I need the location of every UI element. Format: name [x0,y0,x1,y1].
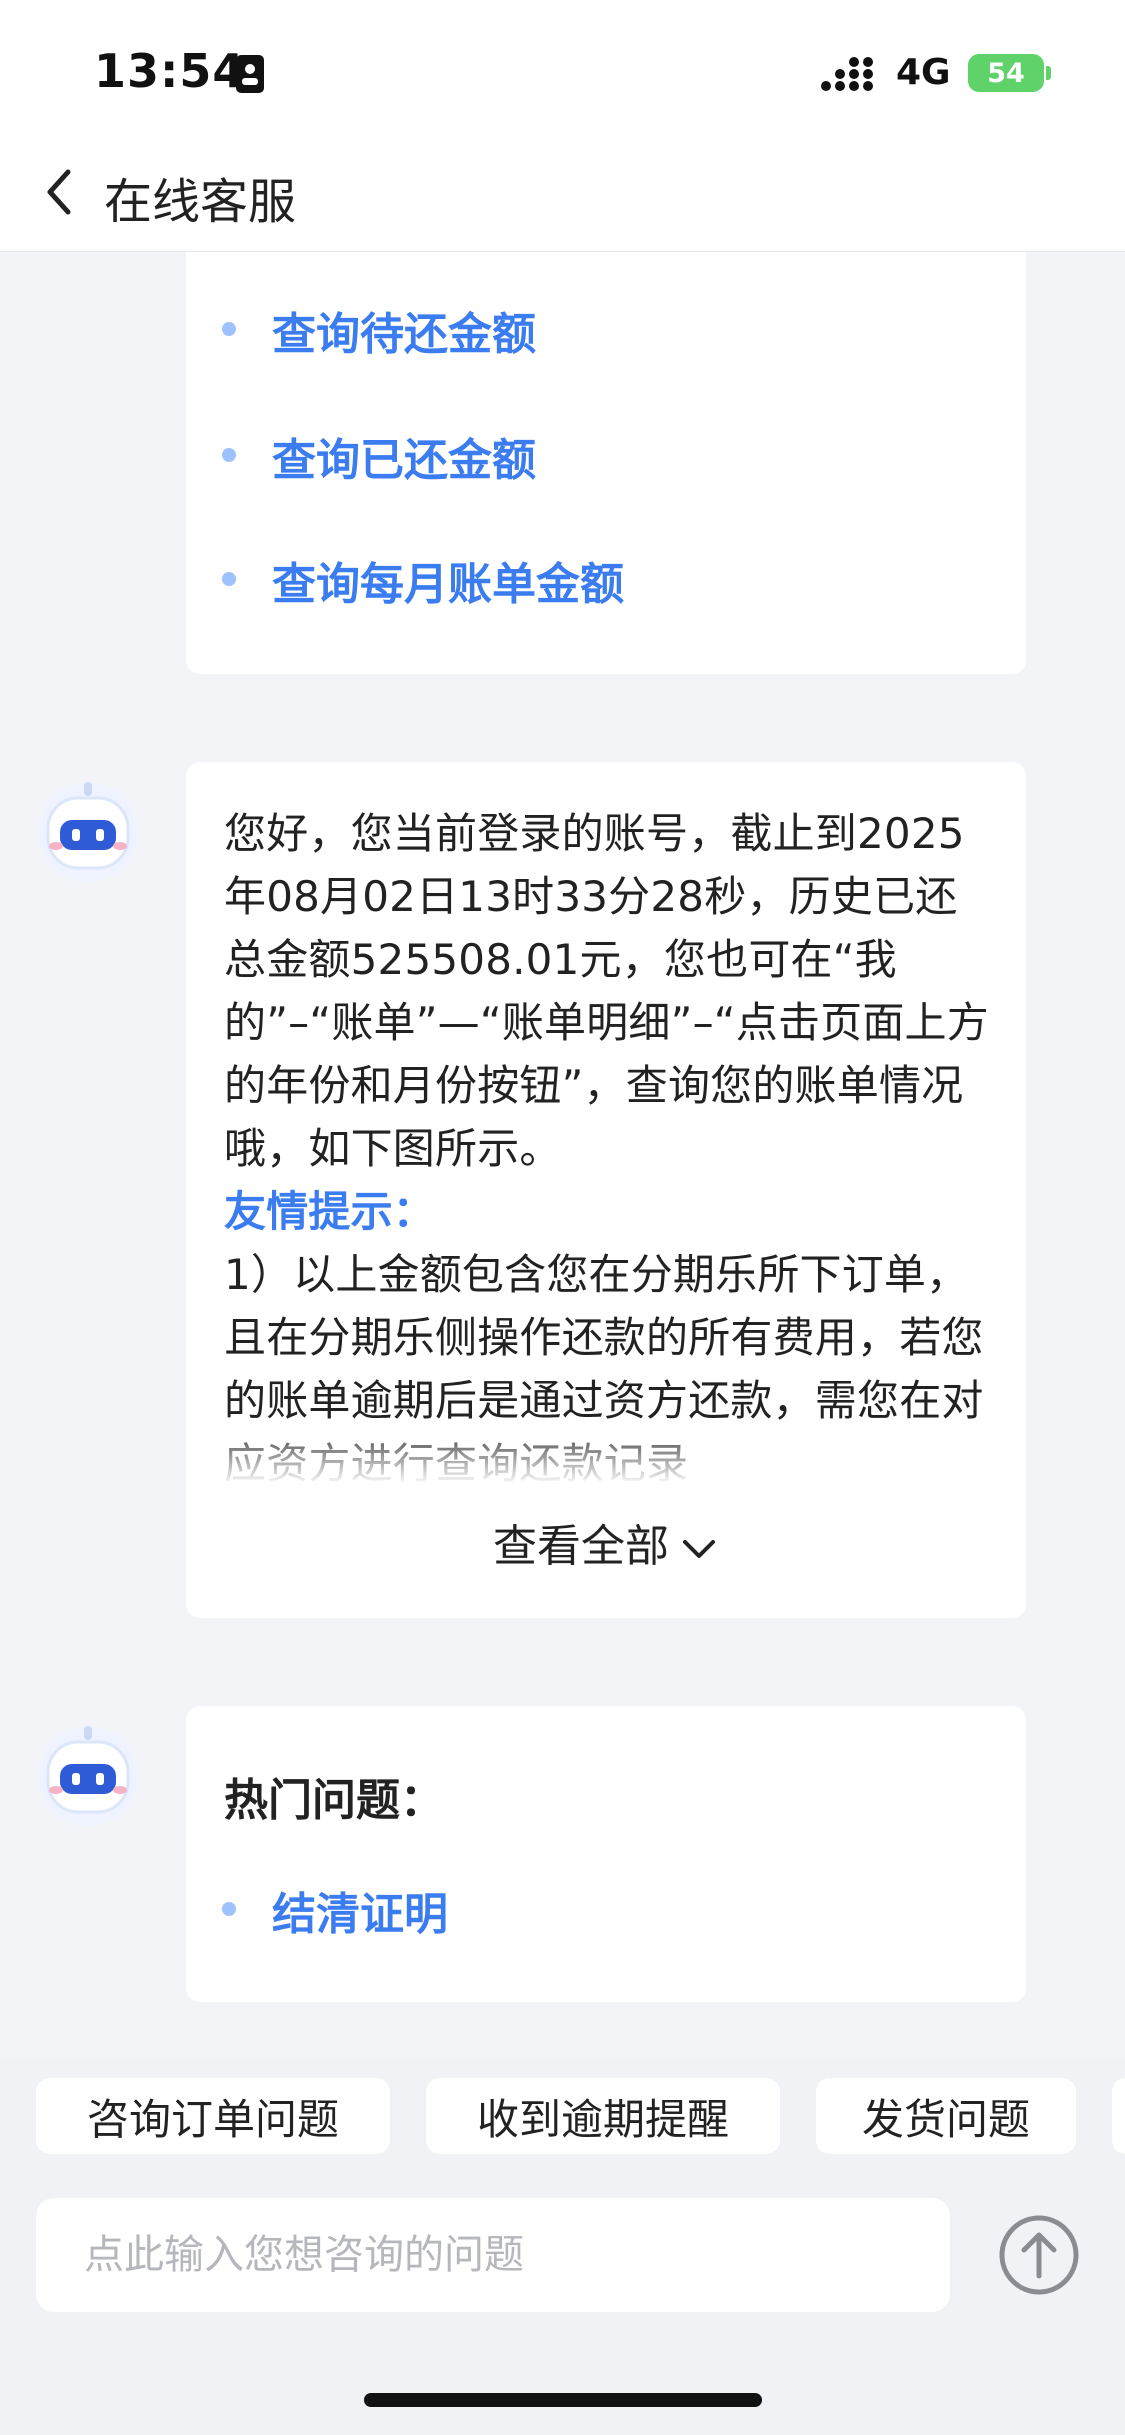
link-query-repaid-amount[interactable]: 查询已还金额 [272,424,536,488]
top-bar: 13:54 4G 54 在线客服 [0,0,1125,252]
quick-reply-bar: 咨询订单问题 收到逾期提醒 发货问题 [0,2060,1125,2174]
hot-questions-title: 热门问题： [224,1775,444,1826]
signal-icon [821,57,873,91]
message-body: 您好，您当前登录的账号，截止到2025年08月02日13时33分28秒，历史已还… [224,802,990,1492]
message-text: 您好，您当前登录的账号，截止到2025年08月02日13时33分28秒，历史已还… [224,809,989,1173]
id-card-icon [236,55,264,93]
home-indicator [364,2393,762,2407]
bullet-dot [222,572,236,586]
link-query-monthly-bill[interactable]: 查询每月账单金额 [272,548,624,612]
fade-overlay [186,1422,1026,1512]
question-input[interactable] [36,2198,950,2312]
chat-bubble-hot-questions: 热门问题： 结清证明 [186,1706,1026,2002]
link-query-pending-amount[interactable]: 查询待还金额 [272,298,536,362]
chat-bubble-answer: 您好，您当前登录的账号，截止到2025年08月02日13时33分28秒，历史已还… [186,762,1026,1618]
chevron-down-icon [683,1540,715,1558]
view-all-button[interactable]: 查看全部 [186,1510,1026,1574]
battery-indicator: 54 [968,54,1044,92]
robot-icon [38,1726,138,1826]
chevron-left-icon[interactable] [40,164,80,220]
bullet-dot [222,322,236,336]
chip-more[interactable] [1112,2078,1125,2154]
chip-shipping-issue[interactable]: 发货问题 [816,2078,1076,2154]
page-title: 在线客服 [104,174,297,230]
chip-overdue-reminder[interactable]: 收到逾期提醒 [426,2078,780,2154]
link-settlement-certificate[interactable]: 结清证明 [272,1878,448,1942]
status-time: 13:54 [94,44,246,98]
bullet-dot [222,1902,236,1916]
bullet-dot [222,448,236,462]
view-all-label: 查看全部 [493,1521,669,1572]
chip-order-issue[interactable]: 咨询订单问题 [36,2078,390,2154]
arrow-up-circle-icon[interactable] [998,2214,1080,2296]
network-label: 4G [896,52,951,93]
tip-title: 友情提示： [224,1187,436,1236]
battery-tip [1046,66,1051,80]
battery-level: 54 [987,57,1025,89]
chat-bubble-query-links: 查询待还金额 查询已还金额 查询每月账单金额 [186,252,1026,674]
robot-icon [38,782,138,882]
